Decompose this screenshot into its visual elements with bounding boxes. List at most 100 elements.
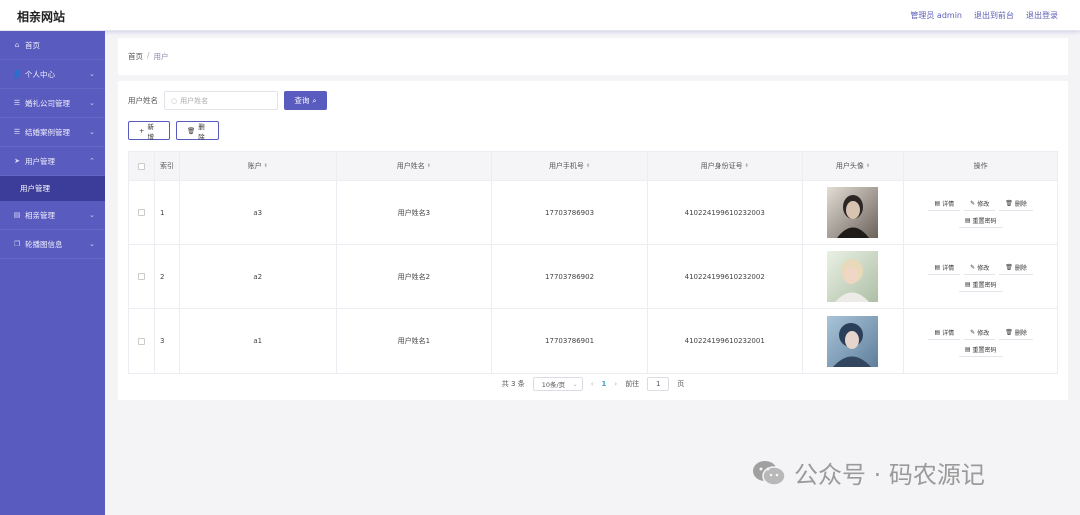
chevron-down-icon: ⌄ xyxy=(572,380,578,388)
action-row: + 新增 🗑 删除 xyxy=(128,121,219,141)
trash-icon: 🗑 xyxy=(187,126,196,135)
sort-icon: ⬍ xyxy=(426,163,431,169)
sidebar-item-label: 相亲管理 xyxy=(25,210,55,220)
document-icon: ▤ xyxy=(964,345,971,353)
prev-page-button[interactable]: ‹ xyxy=(591,380,594,388)
edit-button[interactable]: ✎ 修改 xyxy=(964,197,996,211)
cell-account: a1 xyxy=(180,309,337,373)
table-row: 2 a2 用户姓名2 17703786902 41022419961023200… xyxy=(129,245,1057,309)
page-size-select[interactable]: 10条/页 ⌄ xyxy=(532,377,583,391)
page-number[interactable]: 1 xyxy=(602,380,607,388)
header-name-label: 用户姓名 xyxy=(396,162,425,170)
header-phone-label: 用户手机号 xyxy=(548,162,584,170)
select-all-checkbox-cell xyxy=(129,152,155,180)
wechat-icon xyxy=(753,460,786,486)
search-button[interactable]: 查询 ⌕ xyxy=(284,91,327,110)
document-icon: ▤ xyxy=(964,217,971,224)
ops-line: ▤ 重置密码 xyxy=(958,214,1003,228)
detail-button[interactable]: ▤ 详情 xyxy=(928,261,961,275)
chevron-down-icon: ⌄ xyxy=(89,240,95,248)
sidebar-item-home[interactable]: ⌂ 首页 xyxy=(0,31,105,60)
send-icon: ➤ xyxy=(14,157,20,165)
header-links: 管理员 admin 退出到前台 退出登录 xyxy=(910,10,1058,21)
reset-password-button[interactable]: ▤ 重置密码 xyxy=(958,278,1003,292)
cell-index: 1 xyxy=(155,181,180,244)
breadcrumb-card: 首页 / 用户 xyxy=(118,38,1068,75)
ops-line: ▤ 重置密码 xyxy=(958,343,1003,357)
row-checkbox[interactable] xyxy=(137,273,145,280)
row-checkbox[interactable] xyxy=(137,209,145,216)
search-label: 用户姓名 xyxy=(128,96,158,105)
header-name[interactable]: 用户姓名 ⬍ xyxy=(337,152,493,180)
reset-password-button[interactable]: ▤ 重置密码 xyxy=(958,214,1003,228)
search-button-label: 查询 xyxy=(294,96,310,105)
sidebar-item-carousel[interactable]: ❐ 轮播图信息 ⌄ xyxy=(0,230,105,259)
edit-icon: ✎ xyxy=(970,200,976,207)
sidebar-item-wedding-company[interactable]: ☰ 婚礼公司管理 ⌄ xyxy=(0,89,105,118)
user-table: 索引 账户 ⬍ 用户姓名 ⬍ 用户手机号 ⬍ 用户身份证号 ⬍ 用户头像 ⬍ 操作 1 a… xyxy=(128,151,1058,374)
header-avatar-label: 用户头像 xyxy=(835,162,864,170)
cell-ops: ▤ 详情 ✎ 修改 🗑 删除 ▤ 重置密码 xyxy=(904,309,1057,373)
edit-button[interactable]: ✎ 修改 xyxy=(964,326,996,340)
delete-row-button[interactable]: 🗑 删除 xyxy=(999,326,1033,340)
cell-ops: ▤ 详情 ✎ 修改 🗑 删除 ▤ 重置密码 xyxy=(904,181,1057,244)
goto-page-input[interactable]: 1 xyxy=(647,377,670,391)
header-ops: 操作 xyxy=(973,162,988,170)
page-size-value: 10条/页 xyxy=(541,381,566,389)
breadcrumb-separator: / xyxy=(147,51,150,60)
sidebar-subitem-user-manage[interactable]: 用户管理 xyxy=(0,176,105,201)
reset-password-button[interactable]: ▤ 重置密码 xyxy=(958,343,1003,357)
delete-row-button[interactable]: 🗑 删除 xyxy=(999,197,1033,211)
row-checkbox-cell xyxy=(129,181,155,244)
sidebar-item-wedding-case[interactable]: ☰ 结婚案例管理 ⌄ xyxy=(0,118,105,147)
header-avatar[interactable]: 用户头像 ⬍ xyxy=(803,152,905,180)
avatar[interactable] xyxy=(827,251,879,302)
edit-button[interactable]: ✎ 修改 xyxy=(964,261,996,275)
avatar[interactable] xyxy=(827,315,879,367)
sidebar-item-profile[interactable]: 👤 个人中心 ⌄ xyxy=(0,60,105,89)
ops-line: ▤ 详情 ✎ 修改 🗑 删除 xyxy=(928,326,1033,340)
cell-phone: 17703786901 xyxy=(492,309,648,373)
document-icon: ▤ xyxy=(934,328,941,336)
admin-label: 管理员 admin xyxy=(910,11,962,20)
row-checkbox-cell xyxy=(129,245,155,308)
header-index: 索引 xyxy=(155,152,180,180)
document-icon: ▤ xyxy=(934,264,941,271)
goto-prefix: 前往 xyxy=(625,380,640,388)
document-icon: ▤ xyxy=(934,200,941,207)
main-card: 用户姓名 ○ 用户姓名 查询 ⌕ + 新增 🗑 删除 索引 账户 ⬍ 用户姓名 ⬍ … xyxy=(118,81,1068,400)
sidebar-item-label: 个人中心 xyxy=(25,69,55,79)
row-checkbox[interactable] xyxy=(137,337,145,345)
avatar[interactable] xyxy=(827,187,879,238)
edit-icon: ✎ xyxy=(970,264,976,271)
cell-name: 用户姓名3 xyxy=(337,181,493,244)
delete-button[interactable]: 🗑 删除 xyxy=(176,121,219,141)
list-icon: ☰ xyxy=(13,128,21,136)
header-idcard[interactable]: 用户身份证号 ⬍ xyxy=(648,152,803,180)
add-button[interactable]: + 新增 xyxy=(128,121,170,141)
reset-label: 重置密码 xyxy=(972,346,997,354)
chevron-down-icon: ⌄ xyxy=(89,128,95,136)
select-all-checkbox[interactable] xyxy=(137,162,145,170)
sidebar-item-matchmaking[interactable]: ▤ 相亲管理 ⌄ xyxy=(0,201,105,230)
sidebar: ⌂ 首页 👤 个人中心 ⌄ ☰ 婚礼公司管理 ⌄ ☰ 结婚案例管理 ⌄ ➤ 用户… xyxy=(0,31,105,515)
sidebar-item-label: 轮播图信息 xyxy=(25,239,63,249)
next-page-button[interactable]: › xyxy=(614,380,617,388)
sidebar-item-users[interactable]: ➤ 用户管理 ⌃ xyxy=(0,147,105,176)
cell-avatar xyxy=(803,181,905,244)
watermark-text: 公众号 · 码农源记 xyxy=(794,461,985,489)
breadcrumb-home[interactable]: 首页 xyxy=(128,51,143,62)
header-account[interactable]: 账户 ⬍ xyxy=(180,152,337,180)
header-phone[interactable]: 用户手机号 ⬍ xyxy=(492,152,648,180)
logout-link[interactable]: 退出登录 xyxy=(1026,10,1058,21)
pager-total: 共 3 条 xyxy=(501,380,525,388)
cell-idcard: 410224199610232003 xyxy=(648,181,803,244)
cell-account: a2 xyxy=(180,245,337,308)
delete-row-button[interactable]: 🗑 删除 xyxy=(999,261,1033,275)
search-input[interactable]: ○ 用户姓名 xyxy=(164,91,278,110)
detail-button[interactable]: ▤ 详情 xyxy=(928,197,961,211)
back-to-front-link[interactable]: 退出到前台 xyxy=(974,10,1014,21)
sidebar-item-label: 婚礼公司管理 xyxy=(25,98,70,108)
detail-button[interactable]: ▤ 详情 xyxy=(928,326,961,340)
cell-account: a3 xyxy=(180,181,337,244)
